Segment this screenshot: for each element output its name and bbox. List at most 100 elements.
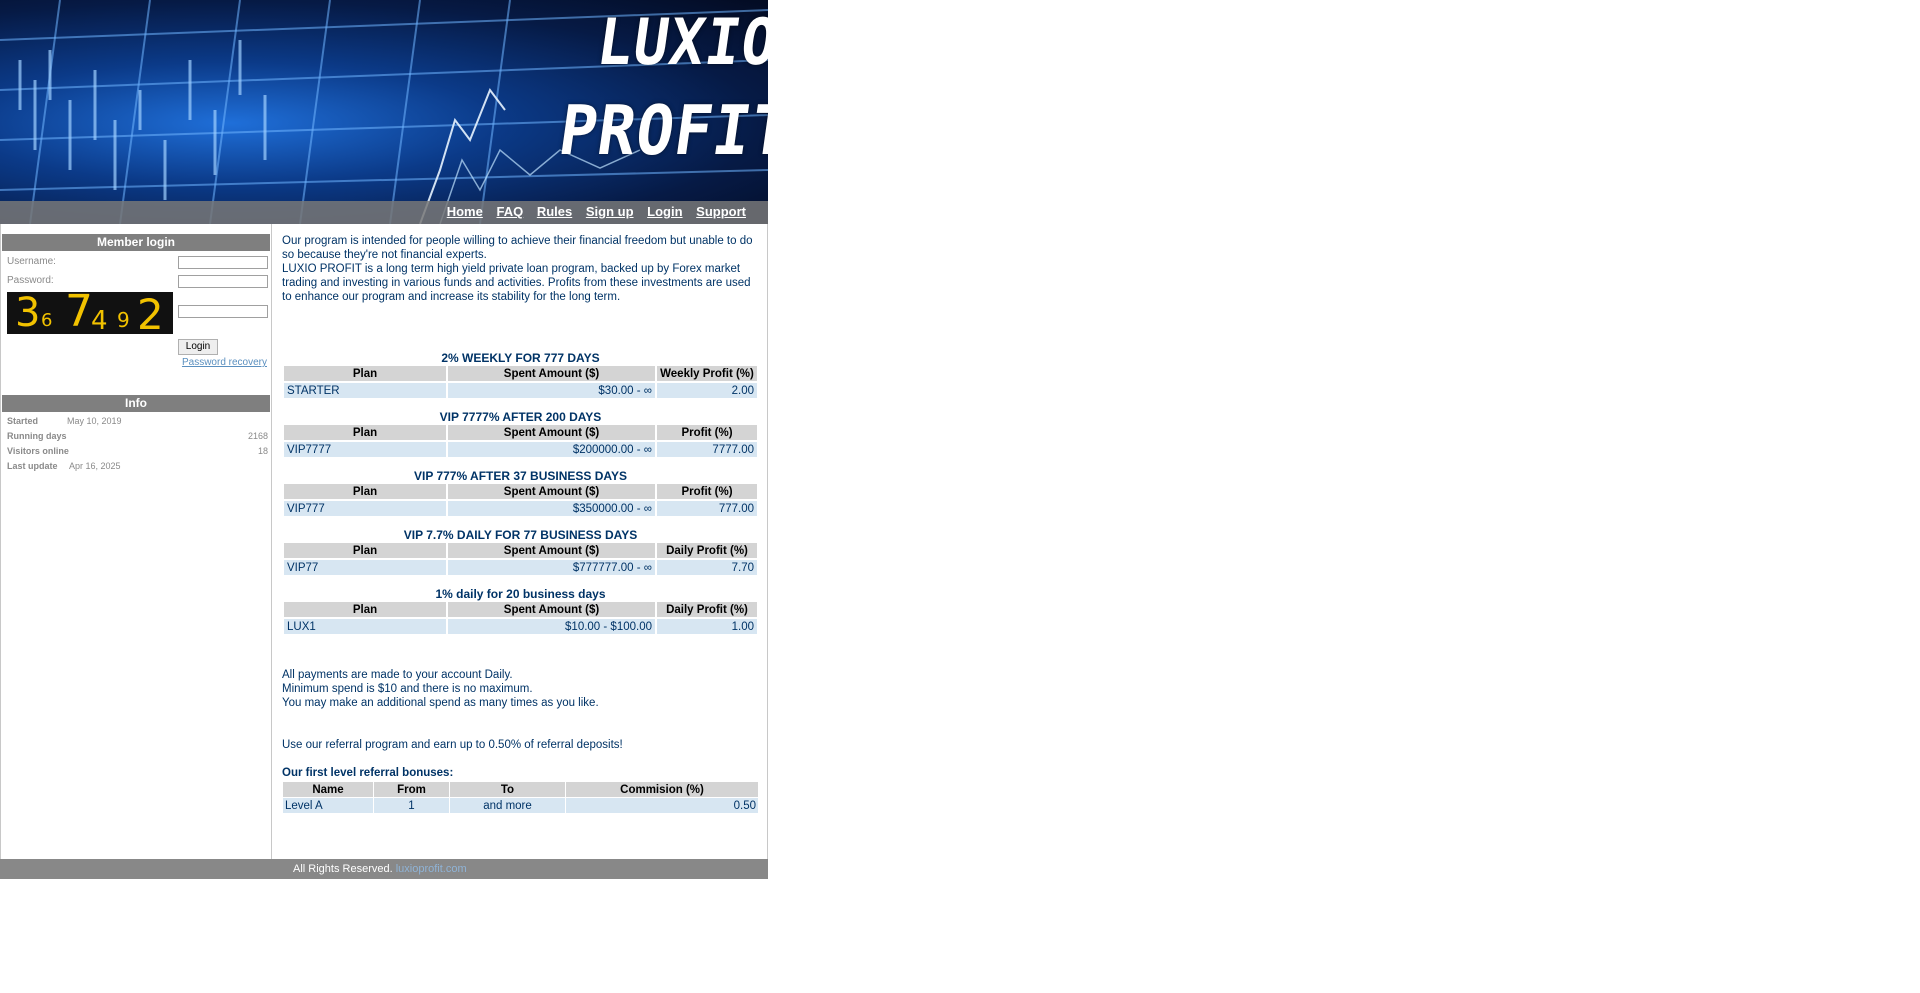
col-plan: Plan [284,366,446,381]
plan-header-row: Plan Spent Amount ($) Daily Profit (%) [284,543,757,558]
plan-amount: $30.00 - ∞ [448,383,655,398]
plan-header-row: Plan Spent Amount ($) Profit (%) [284,484,757,499]
plan-title: 1% daily for 20 business days [435,587,606,601]
plan-row: VIP77 $777777.00 - ∞ 7.70 [284,560,757,575]
info-visitors-value: 18 [257,446,268,456]
captcha-image: 3 6 7 4 9 2 [7,286,173,339]
referral-text: Use our referral program and earn up to … [282,739,623,751]
plan-table: Plan Spent Amount ($) Daily Profit (%) V… [282,541,759,577]
plan-table: Plan Spent Amount ($) Profit (%) VIP777 … [282,482,759,518]
ref-level: Level A [283,798,373,813]
info-started-label: Started [7,416,39,426]
plan-title: VIP 777% AFTER 37 BUSINESS DAYS [414,469,627,483]
member-login-title: Member login [2,234,270,251]
page: LUXIO PROFIT Home FAQ Rules Sign up Logi… [0,0,768,879]
plan-title: VIP 7.7% DAILY FOR 77 BUSINESS DAYS [403,528,638,542]
info-started-value: May 10, 2019 [67,416,122,426]
col-spent: Spent Amount ($) [448,425,655,440]
info-running-days: Running days 2168 [7,431,268,444]
info-visitors: Visitors online 18 [7,446,268,459]
nav-support[interactable]: Support [696,204,746,219]
plan-profit: 777.00 [657,501,757,516]
plan-amount: $10.00 - $100.00 [448,619,655,634]
referral-row: Level A 1 and more 0.50 [283,798,758,813]
referral-title: Our first level referral bonuses: [282,767,454,779]
plan-name: STARTER [284,383,446,398]
nav-login[interactable]: Login [647,204,682,219]
left-sidebar: Member login Username: Password: 3 6 7 4… [1,224,272,859]
payment-notes: All payments are made to your account Da… [282,668,759,710]
plan-table: Plan Spent Amount ($) Daily Profit (%) L… [282,600,759,636]
plan-title: VIP 7777% AFTER 200 DAYS [439,410,602,424]
plan-table: Plan Spent Amount ($) Profit (%) VIP7777… [282,423,759,459]
plan-row: VIP7777 $200000.00 - ∞ 7777.00 [284,442,757,457]
info-visitors-label: Visitors online [7,446,69,456]
nav-signup[interactable]: Sign up [586,204,634,219]
intro-paragraph-1: Our program is intended for people willi… [282,235,753,261]
note-line: You may make an additional spend as many… [282,697,599,709]
captcha-input[interactable] [178,305,268,318]
plan-table: Plan Spent Amount ($) Weekly Profit (%) … [282,364,759,400]
password-input[interactable] [178,275,268,288]
col-from: From [374,782,449,797]
plan-title: 2% WEEKLY FOR 777 DAYS [441,351,600,365]
col-spent: Spent Amount ($) [448,543,655,558]
info-update-value: Apr 16, 2025 [69,461,121,471]
col-name: Name [283,782,373,797]
col-plan: Plan [284,484,446,499]
logo-luxio: LUXIO [592,4,768,80]
referral-header-row: Name From To Commision (%) [283,782,758,797]
logo-profit: PROFIT [554,90,768,171]
plan-profit: 1.00 [657,619,757,634]
password-recovery-link[interactable]: Password recovery [182,357,267,368]
col-profit: Weekly Profit (%) [657,366,757,381]
ref-from: 1 [374,798,449,813]
intro-text: Our program is intended for people willi… [282,234,759,304]
col-profit: Daily Profit (%) [657,602,757,617]
info-update-label: Last update [7,461,58,471]
footer-brand-link[interactable]: luxioprofit.com [396,863,467,875]
info-title: Info [2,395,270,412]
username-label: Username: [7,256,56,267]
password-label: Password: [7,275,54,286]
plan-profit: 2.00 [657,383,757,398]
footer-rights: All Rights Reserved. [293,863,393,875]
referral-table: Name From To Commision (%) Level A 1 and… [282,781,759,814]
col-plan: Plan [284,602,446,617]
login-button[interactable]: Login [178,339,218,355]
plan-amount: $350000.00 - ∞ [448,501,655,516]
col-commission: Commision (%) [566,782,758,797]
nav-home[interactable]: Home [447,204,483,219]
main-area: Member login Username: Password: 3 6 7 4… [0,224,768,859]
plan-amount: $200000.00 - ∞ [448,442,655,457]
info-running-value: 2168 [247,431,268,441]
col-to: To [450,782,565,797]
plan-header-row: Plan Spent Amount ($) Weekly Profit (%) [284,366,757,381]
intro-paragraph-2: LUXIO PROFIT is a long term high yield p… [282,263,751,303]
info-last-update: Last update Apr 16, 2025 [7,461,268,474]
plan-name: VIP777 [284,501,446,516]
plan-name: VIP77 [284,560,446,575]
ref-commission: 0.50 [566,798,758,813]
nav-bar: Home FAQ Rules Sign up Login Support [0,201,768,224]
plan-profit: 7.70 [657,560,757,575]
ref-to: and more [450,798,565,813]
col-spent: Spent Amount ($) [448,366,655,381]
site-header: LUXIO PROFIT Home FAQ Rules Sign up Logi… [0,0,768,224]
plan-row: VIP777 $350000.00 - ∞ 777.00 [284,501,757,516]
plan-header-row: Plan Spent Amount ($) Daily Profit (%) [284,602,757,617]
nav-faq[interactable]: FAQ [496,204,523,219]
col-plan: Plan [284,543,446,558]
nav-links: Home FAQ Rules Sign up Login Support [437,204,746,219]
note-line: Minimum spend is $10 and there is no max… [282,683,533,695]
plan-name: LUX1 [284,619,446,634]
plan-name: VIP7777 [284,442,446,457]
col-profit: Profit (%) [657,484,757,499]
note-line: All payments are made to your account Da… [282,669,513,681]
footer: All Rights Reserved. luxioprofit.com [0,859,768,879]
plan-profit: 7777.00 [657,442,757,457]
col-spent: Spent Amount ($) [448,602,655,617]
nav-rules[interactable]: Rules [537,204,572,219]
username-input[interactable] [178,256,268,269]
col-plan: Plan [284,425,446,440]
